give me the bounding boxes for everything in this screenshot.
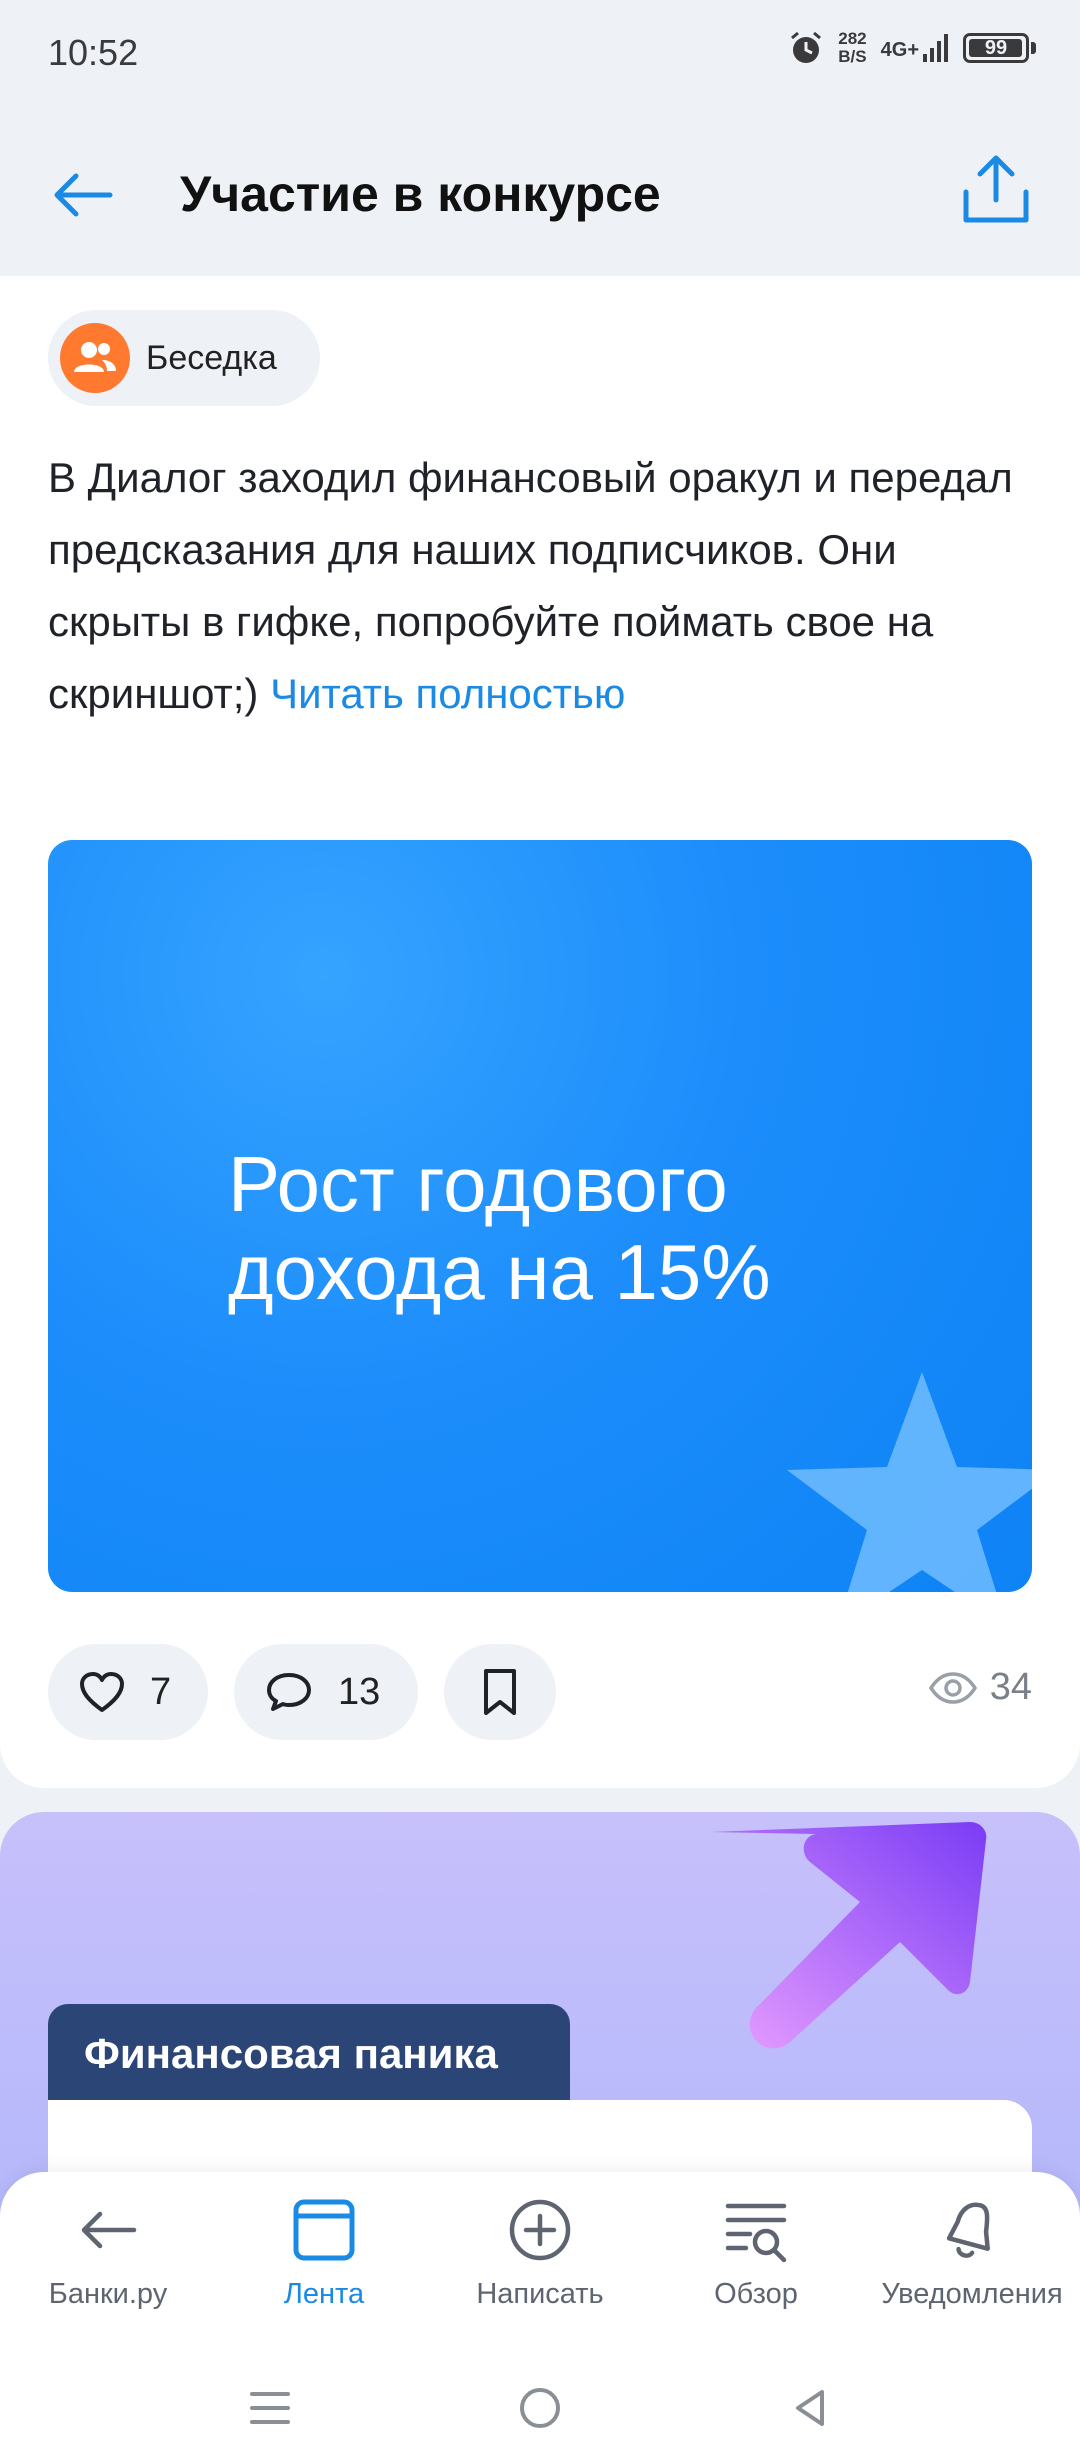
comment-icon xyxy=(267,1673,311,1711)
status-icons: 282 B/S 4G+ 99 xyxy=(788,30,1036,66)
bell-icon xyxy=(946,2202,990,2258)
views-count: 34 xyxy=(989,1666,1032,1708)
eye-icon xyxy=(928,1671,977,1704)
menu-icon[interactable] xyxy=(248,2386,292,2430)
battery-cap xyxy=(1031,42,1036,54)
nav-overview[interactable]: Обзор xyxy=(648,2198,864,2348)
views-counter: 34 xyxy=(928,1666,1032,1709)
status-time: 10:52 xyxy=(48,32,139,73)
app-bar: Участие в конкурсе xyxy=(0,110,1080,276)
arrow-left-icon xyxy=(81,2211,137,2249)
like-count: 7 xyxy=(150,1670,172,1713)
signal-icon xyxy=(923,34,948,62)
signal-indicator: 4G+ xyxy=(881,34,949,62)
bottom-nav: Банки.ру Лента Написать Обзор Уведомлени… xyxy=(0,2172,1080,2460)
community-chip[interactable]: Беседка xyxy=(48,310,320,406)
cursor-arrow-icon xyxy=(710,1822,987,2049)
battery-icon: 99 xyxy=(963,33,1029,63)
back-button[interactable] xyxy=(48,160,118,230)
plus-circle-icon xyxy=(509,2199,571,2261)
gif-caption: Рост годового дохода на 15% xyxy=(228,1140,771,1316)
post-card: Беседка В Диалог заходил финансовый орак… xyxy=(0,276,1080,1788)
bookmark-icon xyxy=(484,1669,516,1715)
search-list-icon xyxy=(725,2203,787,2262)
star-icon xyxy=(787,1372,1032,1592)
community-avatar xyxy=(60,323,130,393)
arrow-left-icon xyxy=(54,173,113,217)
comment-button[interactable]: 13 xyxy=(234,1644,418,1740)
share-button[interactable] xyxy=(958,152,1034,228)
like-button[interactable]: 7 xyxy=(48,1644,208,1740)
home-icon[interactable] xyxy=(518,2386,562,2430)
post-text: В Диалог заходил финансовый оракул и пер… xyxy=(48,442,1038,730)
read-more-link[interactable]: Читать полностью xyxy=(270,670,625,717)
promo-tag: Финансовая паника xyxy=(48,2004,570,2104)
comment-count: 13 xyxy=(338,1670,381,1713)
status-bar: 10:52 282 B/S 4G+ 99 xyxy=(0,0,1080,110)
heart-icon xyxy=(80,1672,124,1712)
share-upload-icon xyxy=(963,155,1029,223)
nav-feed[interactable]: Лента xyxy=(216,2198,432,2348)
nav-write[interactable]: Написать xyxy=(432,2198,648,2348)
nav-notifications[interactable]: Уведомления xyxy=(864,2198,1080,2348)
back-triangle-icon[interactable] xyxy=(788,2386,832,2430)
system-nav-bar xyxy=(0,2372,1080,2460)
post-actions: 7 13 34 xyxy=(48,1644,1032,1740)
community-name: Беседка xyxy=(146,338,277,377)
feed-icon xyxy=(293,2199,355,2261)
net-speed: 282 B/S xyxy=(838,29,867,66)
battery-indicator: 99 xyxy=(963,33,1036,63)
bookmark-button[interactable] xyxy=(444,1644,556,1740)
nav-banki[interactable]: Банки.ру xyxy=(0,2198,216,2348)
alarm-icon xyxy=(791,31,822,63)
post-gif[interactable]: Рост годового дохода на 15% xyxy=(48,840,1032,1592)
users-icon xyxy=(74,342,116,372)
page-title: Участие в конкурсе xyxy=(180,166,661,222)
